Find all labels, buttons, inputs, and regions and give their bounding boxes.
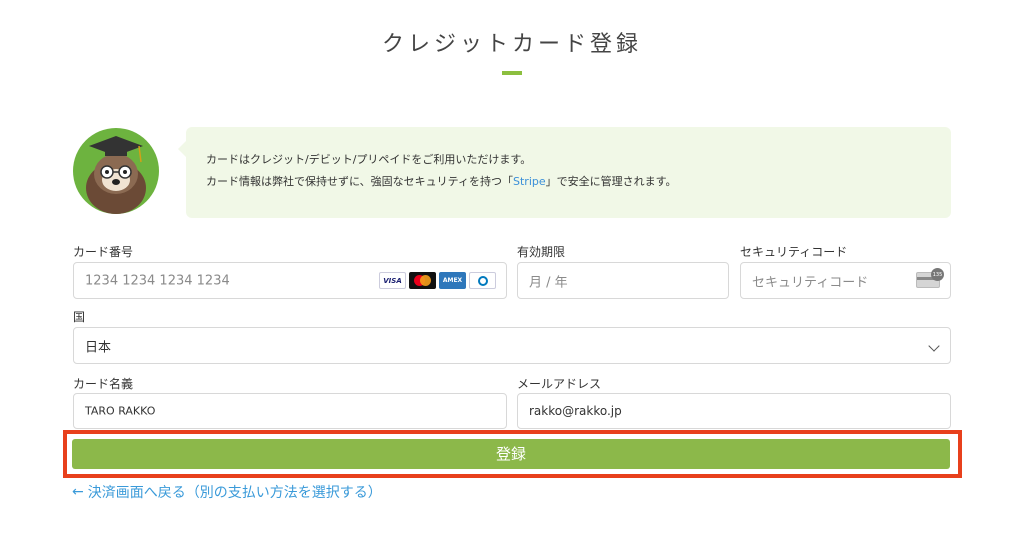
amex-icon: AMEX [439,272,466,289]
card-name-label: カード名義 [73,377,134,391]
card-number-label: カード番号 [73,245,134,259]
info-line-2-prefix: カード情報は弊社で保持せずに、強固なセキュリティを持つ「 [206,175,514,188]
mastercard-icon [409,272,436,289]
sea-otter-avatar-icon [73,128,159,214]
email-input[interactable]: rakko@rakko.jp [517,393,951,429]
arrow-left-icon: ← [72,484,84,500]
card-number-placeholder: 1234 1234 1234 1234 [85,273,230,288]
cvc-input[interactable]: セキュリティコード 135 [740,262,951,299]
info-line-1: カードはクレジット/デビット/プリペイドをご利用いただけます。 [206,153,532,166]
expiry-input[interactable]: 月 / 年 [517,262,729,299]
diners-icon [469,272,496,289]
country-label: 国 [73,310,86,324]
title-underline [502,71,522,75]
page-title: クレジットカード登録 [381,32,642,57]
info-line-2-suffix: 」で安全に管理されます。 [545,175,677,188]
expiry-placeholder: 月 / 年 [529,275,568,290]
cvc-badge: 135 [931,268,944,281]
email-value: rakko@rakko.jp [529,404,622,418]
submit-button[interactable]: 登録 [72,439,950,469]
expiry-label: 有効期限 [517,245,566,259]
cvc-card-icon: 135 [916,268,944,288]
card-name-input[interactable]: TARO RAKKO [73,393,507,429]
cvc-label: セキュリティコード [740,245,848,259]
visa-icon: VISA [379,272,406,289]
chevron-down-icon [928,340,940,352]
country-value: 日本 [85,340,112,355]
info-box: カードはクレジット/デビット/プリペイドをご利用いただけます。 カード情報は弊社… [178,127,951,218]
cvc-placeholder: セキュリティコード [752,275,869,290]
card-brand-icons: VISA AMEX [379,272,496,289]
info-line-2: カード情報は弊社で保持せずに、強固なセキュリティを持つ「Stripe」で安全に管… [206,173,677,189]
card-number-input[interactable]: 1234 1234 1234 1234 VISA AMEX [73,262,507,299]
back-to-payment-link[interactable]: ← 決済画面へ戻る（別の支払い方法を選択する） [72,482,382,502]
stripe-brand-text: Stripe [513,175,546,188]
back-link-label: 決済画面へ戻る（別の支払い方法を選択する） [87,485,382,501]
email-label: メールアドレス [517,377,602,391]
country-select[interactable]: 日本 [73,327,951,364]
card-name-value: TARO RAKKO [85,404,156,418]
